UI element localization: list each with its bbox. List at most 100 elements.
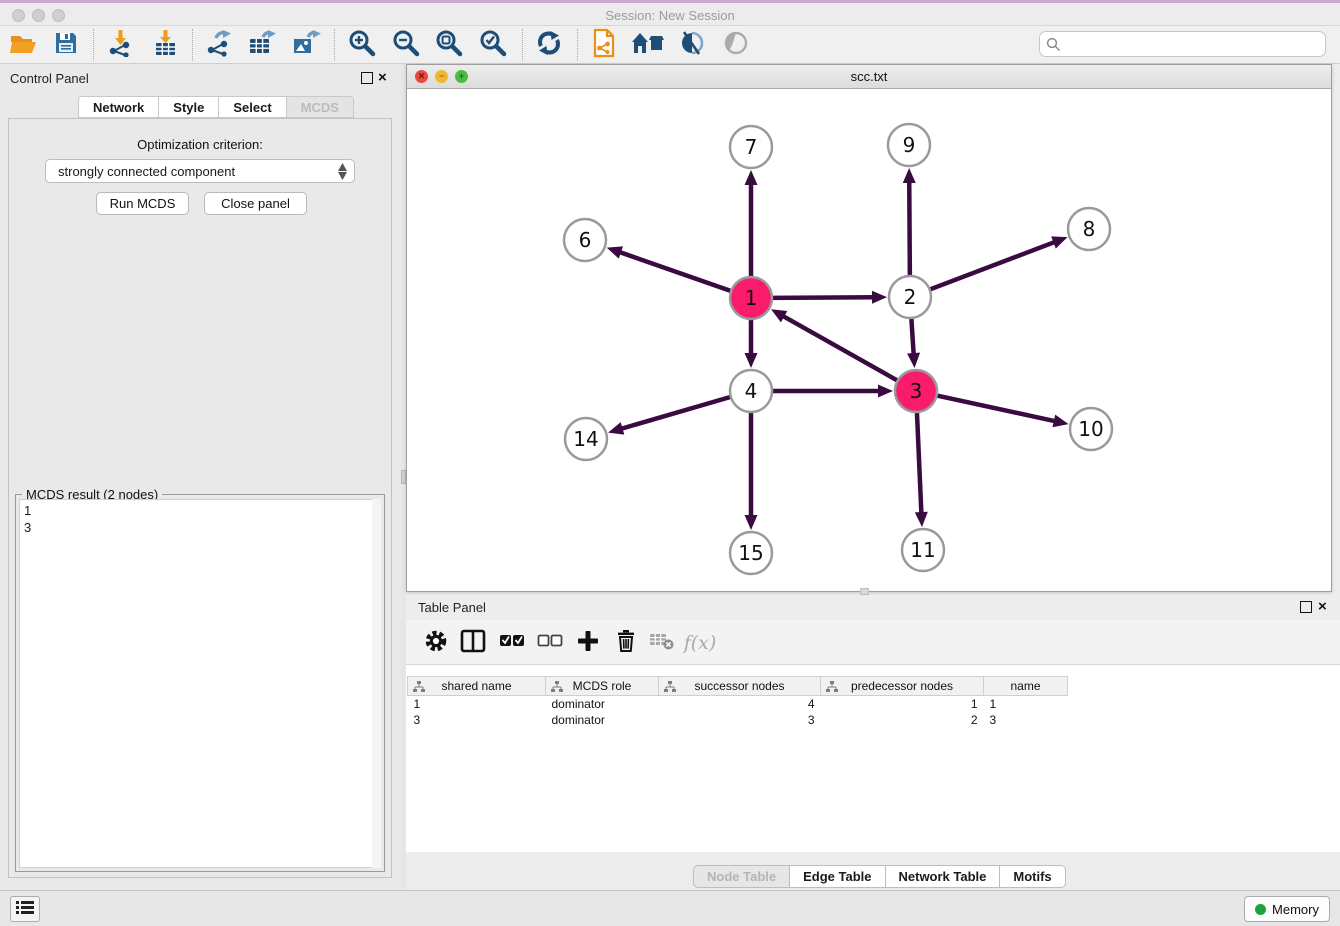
task-history-button[interactable] — [10, 896, 40, 922]
mcds-result-group: MCDS result (2 nodes) 1 3 — [15, 494, 385, 872]
split-panel-button[interactable] — [457, 627, 489, 659]
delete-columns-button[interactable] — [610, 627, 642, 659]
export-table-button[interactable] — [244, 29, 280, 61]
function-builder-button[interactable]: f(x) — [684, 627, 716, 659]
node-1[interactable]: 1 — [730, 277, 772, 319]
table-settings-button[interactable] — [420, 627, 452, 659]
export-image-icon — [291, 29, 321, 62]
control-panel: Control Panel × Network Style Select MCD… — [0, 64, 401, 890]
search-field[interactable] — [1039, 31, 1326, 57]
tab-node-table[interactable]: Node Table — [693, 865, 789, 888]
edge-2-8[interactable] — [931, 241, 1057, 289]
zoom-out-button[interactable] — [388, 29, 424, 61]
horizontal-splitter-grip[interactable] — [860, 588, 869, 595]
trash-icon — [615, 629, 637, 658]
node-15[interactable]: 15 — [730, 532, 772, 574]
zoom-selected-button[interactable] — [475, 29, 511, 61]
export-image-button[interactable] — [288, 29, 324, 61]
node-10[interactable]: 10 — [1070, 408, 1112, 450]
hide-graphics-details-button[interactable] — [674, 29, 710, 61]
close-panel-button[interactable]: Close panel — [204, 192, 307, 215]
checkboxes-unchecked-icon — [537, 633, 563, 654]
table-row[interactable]: 3 dominator 3 2 3 — [408, 712, 1068, 728]
run-mcds-button[interactable]: Run MCDS — [96, 192, 189, 215]
select-all-button[interactable] — [496, 627, 528, 659]
edge-4-14[interactable] — [620, 397, 730, 429]
node-7[interactable]: 7 — [730, 126, 772, 168]
tab-network-table[interactable]: Network Table — [885, 865, 1000, 888]
float-panel-icon[interactable] — [361, 72, 373, 84]
network-graph: 7 9 6 8 1 2 4 3 14 10 15 11 — [407, 90, 1331, 591]
import-network-icon — [106, 29, 134, 62]
tab-motifs[interactable]: Motifs — [999, 865, 1065, 888]
delete-table-button[interactable] — [646, 627, 678, 659]
table-delete-icon — [649, 631, 675, 656]
arrowhead-icon — [878, 385, 893, 398]
split-panel-icon — [460, 629, 486, 658]
deselect-all-button[interactable] — [534, 627, 566, 659]
column-tree-icon — [826, 681, 838, 696]
show-graphics-details-button[interactable] — [718, 29, 754, 61]
edge-3-11[interactable] — [917, 413, 921, 515]
zoom-in-button[interactable] — [344, 29, 380, 61]
network-window-titlebar[interactable]: ✕ − + scc.txt — [407, 65, 1331, 89]
create-column-button[interactable] — [572, 627, 604, 659]
node-9[interactable]: 9 — [888, 124, 930, 166]
float-table-panel-icon[interactable] — [1300, 601, 1312, 613]
edge-1-2[interactable] — [773, 297, 875, 298]
export-network-button[interactable] — [200, 29, 236, 61]
edge-3-10[interactable] — [937, 396, 1056, 422]
import-table-button[interactable] — [147, 29, 183, 61]
optimization-criterion-select[interactable]: strongly connected component — [45, 159, 355, 183]
edge-2-9[interactable] — [909, 180, 910, 275]
table-row[interactable]: 1 dominator 4 1 1 — [408, 696, 1068, 712]
import-network-button[interactable] — [102, 29, 138, 61]
svg-text:6: 6 — [579, 228, 592, 252]
node-8[interactable]: 8 — [1068, 208, 1110, 250]
arrowhead-icon — [745, 170, 758, 185]
memory-button[interactable]: Memory — [1244, 896, 1330, 922]
control-panel-tabs: Network Style Select MCDS — [78, 96, 354, 118]
arrowhead-icon — [745, 515, 758, 530]
svg-text:10: 10 — [1078, 417, 1103, 441]
node-11[interactable]: 11 — [902, 529, 944, 571]
home-button[interactable] — [630, 29, 666, 61]
edge-1-6[interactable] — [618, 252, 730, 291]
arrowhead-icon — [903, 168, 916, 183]
tab-style[interactable]: Style — [158, 96, 218, 118]
edge-3-1[interactable] — [781, 315, 896, 380]
tab-mcds[interactable]: MCDS — [286, 96, 354, 118]
save-session-button[interactable] — [48, 29, 84, 61]
column-header-successor-nodes[interactable]: successor nodes — [659, 677, 821, 696]
node-14[interactable]: 14 — [565, 418, 607, 460]
result-scrollbar[interactable] — [372, 499, 381, 868]
close-table-panel-icon[interactable]: × — [1318, 597, 1327, 617]
tab-network[interactable]: Network — [78, 96, 158, 118]
column-header-name[interactable]: name — [984, 677, 1068, 696]
column-header-predecessor-nodes[interactable]: predecessor nodes — [821, 677, 984, 696]
network-view-window: ✕ − + scc.txt 7 9 6 8 1 2 4 3 14 10 15 11 — [406, 64, 1332, 592]
column-header-shared-name[interactable]: shared name — [408, 677, 546, 696]
node-3[interactable]: 3 — [895, 370, 937, 412]
clone-network-button[interactable] — [586, 29, 622, 61]
close-panel-icon[interactable]: × — [378, 68, 387, 88]
column-tree-icon — [551, 681, 563, 696]
tab-edge-table[interactable]: Edge Table — [789, 865, 884, 888]
column-header-mcds-role[interactable]: MCDS role — [546, 677, 659, 696]
open-file-button[interactable] — [6, 29, 42, 61]
svg-text:3: 3 — [910, 379, 923, 403]
search-input[interactable] — [1067, 34, 1325, 54]
optimization-criterion-label: Optimization criterion: — [9, 137, 391, 152]
app-title: Session: New Session — [0, 8, 1340, 23]
node-6[interactable]: 6 — [564, 219, 606, 261]
zoom-fit-button[interactable] — [431, 29, 467, 61]
apply-layout-button[interactable] — [531, 29, 567, 61]
tab-select[interactable]: Select — [218, 96, 285, 118]
zoom-out-icon — [392, 29, 420, 62]
node-4[interactable]: 4 — [730, 370, 772, 412]
network-canvas[interactable]: 7 9 6 8 1 2 4 3 14 10 15 11 — [407, 90, 1331, 591]
mcds-result-textarea[interactable]: 1 3 — [19, 499, 381, 868]
edge-2-3[interactable] — [911, 319, 913, 356]
arrowhead-icon — [907, 353, 920, 368]
node-2[interactable]: 2 — [889, 276, 931, 318]
